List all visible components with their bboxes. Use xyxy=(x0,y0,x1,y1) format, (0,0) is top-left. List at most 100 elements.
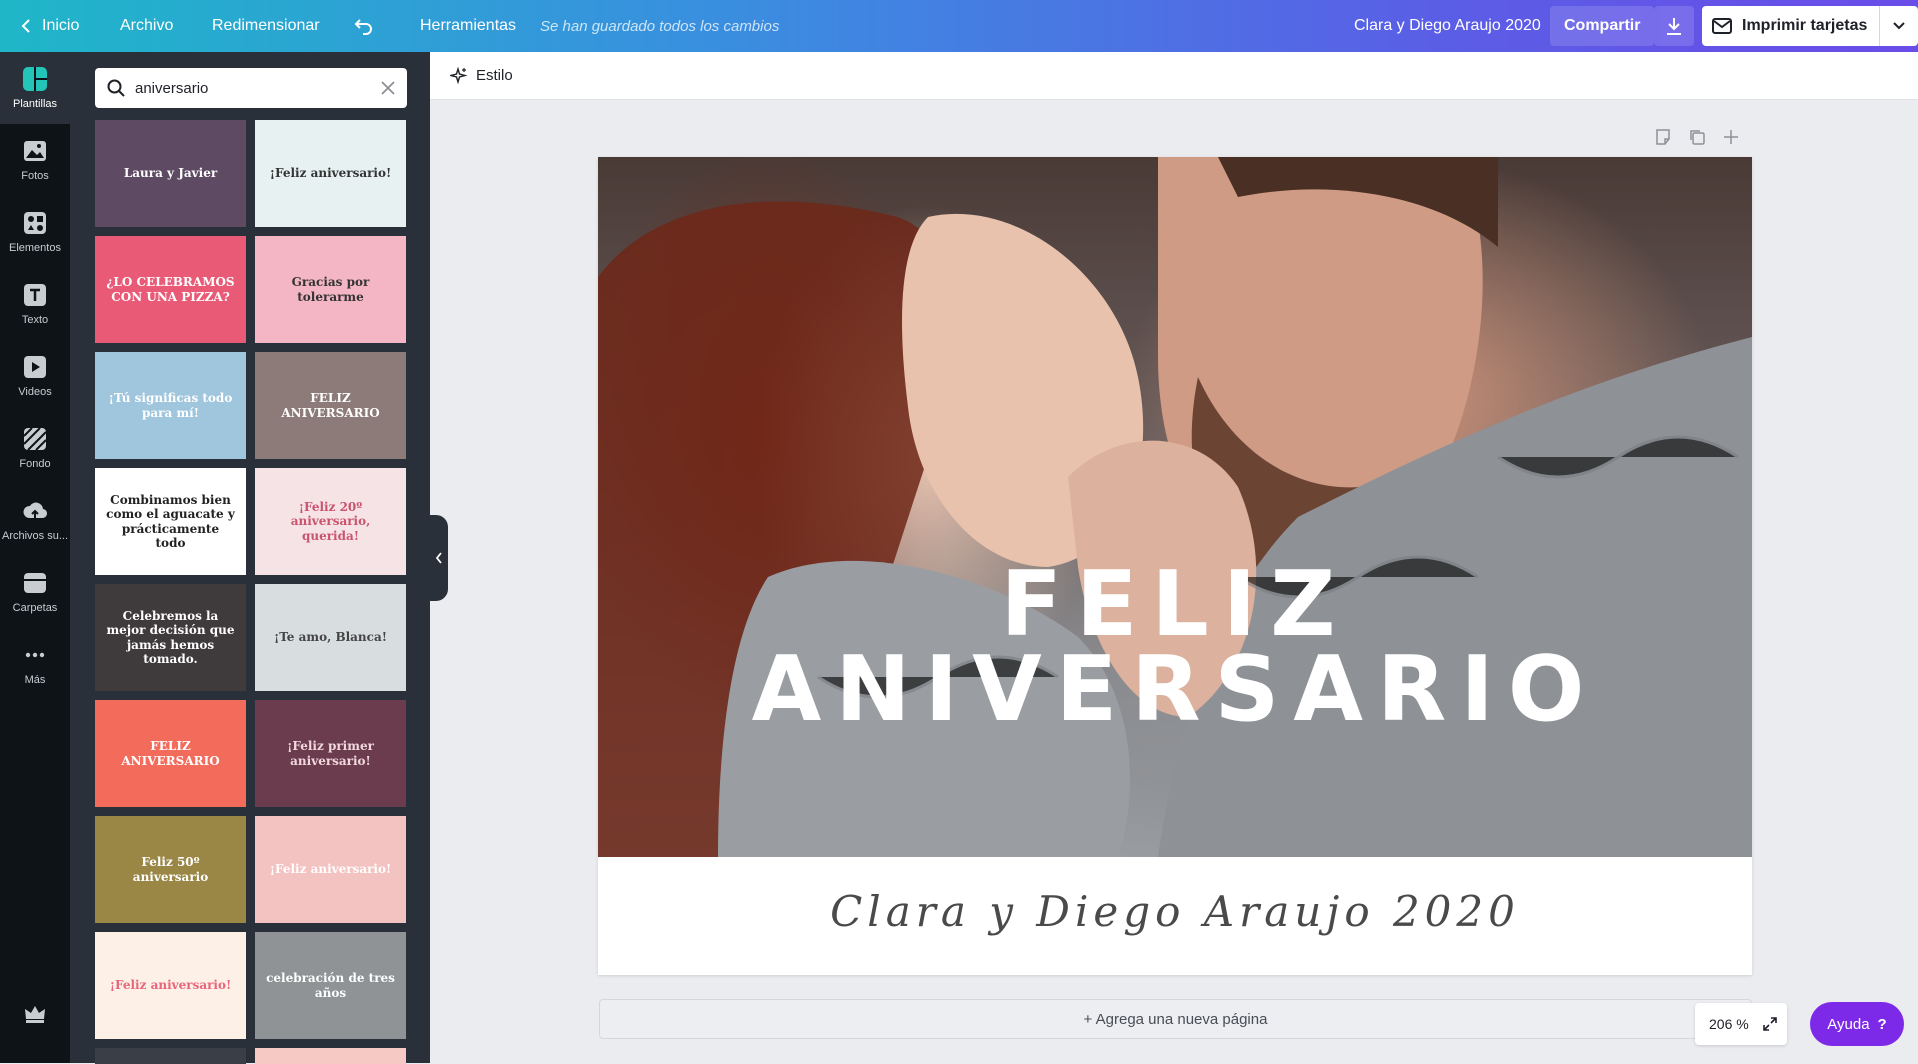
template-thumbnail[interactable]: ¡Feliz 20º aniversario, querida! xyxy=(255,468,406,575)
template-thumbnail[interactable]: ¡Feliz aniversario! xyxy=(95,932,246,1039)
top-bar: Inicio Archivo Redimensionar Herramienta… xyxy=(0,0,1918,52)
rail-label: Carpetas xyxy=(12,602,58,614)
fullscreen-icon[interactable] xyxy=(1763,1017,1777,1031)
sparkle-icon xyxy=(450,66,468,84)
chevron-down-icon xyxy=(1893,22,1906,30)
zoom-control[interactable]: 206 % xyxy=(1695,1003,1787,1045)
rail-label: Videos xyxy=(18,386,52,398)
file-menu[interactable]: Archivo xyxy=(120,0,173,52)
close-icon[interactable] xyxy=(381,81,395,95)
photos-icon xyxy=(24,141,46,161)
note-icon[interactable] xyxy=(1654,128,1672,146)
print-cards-label: Imprimir tarjetas xyxy=(1742,17,1868,34)
add-page-icon[interactable] xyxy=(1722,128,1740,146)
template-thumbnail[interactable]: Feliz 50º aniversario xyxy=(95,816,246,923)
chevron-left-icon xyxy=(435,552,442,564)
template-thumbnail-text: celebración de tres años xyxy=(266,971,395,1000)
design-title[interactable]: Clara y Diego Araujo 2020 xyxy=(1354,0,1541,52)
template-thumbnail[interactable]: ¡Tú significas todo para mí! xyxy=(95,352,246,459)
headline-line-2[interactable]: ANIVERSARIO xyxy=(598,637,1752,742)
template-thumbnail-text: ¡Feliz aniversario! xyxy=(269,862,392,877)
template-thumbnail[interactable]: Laura y Javier xyxy=(95,120,246,227)
template-thumbnail-text: Laura y Javier xyxy=(123,166,218,181)
template-thumbnail-text: ¡Feliz aniversario! xyxy=(109,978,232,993)
print-options-button[interactable] xyxy=(1880,6,1918,46)
template-thumbnail[interactable]: FELIZ ANIVERSARIO xyxy=(95,700,246,807)
zoom-level[interactable]: 206 % xyxy=(1709,1016,1749,1032)
rail-item-background[interactable]: Fondo xyxy=(0,412,70,484)
template-thumbnail[interactable]: ¡Feliz aniversario! xyxy=(255,120,406,227)
share-button[interactable]: Compartir xyxy=(1550,6,1655,46)
elements-icon xyxy=(24,212,46,234)
search-input[interactable]: aniversario xyxy=(135,80,381,97)
design-page[interactable]: FELIZ ANIVERSARIO Clara y Diego Araujo 2… xyxy=(598,157,1752,975)
premium-button[interactable] xyxy=(0,994,70,1034)
save-status: Se han guardado todos los cambios xyxy=(540,17,780,35)
template-thumbnail[interactable]: ¡Feliz aniversario! xyxy=(255,816,406,923)
template-thumbnail-text: ¡Feliz aniversario! xyxy=(269,166,392,181)
collapse-panel-button[interactable] xyxy=(430,515,448,601)
template-thumbnail-text: Combinamos bien como el aguacate y práct… xyxy=(106,492,235,550)
templates-icon xyxy=(23,67,47,91)
rail-label: Fondo xyxy=(19,458,51,470)
rail-label: Más xyxy=(24,674,46,686)
crown-icon xyxy=(25,1006,45,1023)
search-icon xyxy=(107,79,125,97)
template-thumbnail[interactable] xyxy=(95,1048,246,1064)
template-thumbnail[interactable] xyxy=(255,1048,406,1064)
add-new-page-button[interactable]: + Agrega una nueva página xyxy=(599,999,1752,1039)
template-thumbnail-text: Feliz 50º aniversario xyxy=(132,855,209,884)
style-label: Estilo xyxy=(476,67,513,84)
question-icon: ? xyxy=(1877,1015,1887,1033)
tools-menu[interactable]: Herramientas xyxy=(420,0,516,52)
background-icon xyxy=(23,427,47,451)
envelope-icon xyxy=(1712,18,1732,34)
style-button[interactable]: Estilo xyxy=(450,66,513,85)
rail-item-folders[interactable]: Carpetas xyxy=(0,556,70,628)
template-thumbnail[interactable]: Gracias por tolerarme xyxy=(255,236,406,343)
rail-label: Plantillas xyxy=(12,98,58,110)
download-icon xyxy=(1667,18,1681,35)
resize-menu[interactable]: Redimensionar xyxy=(212,0,320,52)
photo-illustration xyxy=(598,157,1752,857)
uploads-icon xyxy=(23,502,48,519)
rail-item-more[interactable]: Más xyxy=(0,628,70,700)
rail-item-videos[interactable]: Videos xyxy=(0,340,70,412)
template-thumbnail-text: ¡Feliz 20º aniversario, querida! xyxy=(290,499,371,543)
template-thumbnail[interactable]: ¡Te amo, Blanca! xyxy=(255,584,406,691)
undo-button[interactable] xyxy=(354,0,374,52)
design-subtitle[interactable]: Clara y Diego Araujo 2020 xyxy=(598,887,1752,936)
rail-item-elements[interactable]: Elementos xyxy=(0,196,70,268)
template-thumbnail[interactable]: Celebremos la mejor decisión que jamás h… xyxy=(95,584,246,691)
templates-panel: aniversario Laura y Javier ¡Feliz anivers… xyxy=(70,52,430,1064)
template-thumbnail-text: ¡Feliz primer aniversario! xyxy=(287,739,374,768)
rail-label: Texto xyxy=(21,314,49,326)
duplicate-page-icon[interactable] xyxy=(1688,128,1706,146)
home-button[interactable]: Inicio xyxy=(20,0,79,52)
more-icon xyxy=(25,652,45,658)
search-box[interactable]: aniversario xyxy=(95,68,407,108)
template-thumbnail[interactable]: ¡Feliz primer aniversario! xyxy=(255,700,406,807)
left-rail: Plantillas Fotos Elementos Texto Videos … xyxy=(0,52,70,1063)
text-icon xyxy=(24,284,46,306)
print-cards-button[interactable]: Imprimir tarjetas xyxy=(1702,6,1918,46)
template-thumbnail-text: ¿LO CELEBRAMOS CON UNA PIZZA? xyxy=(106,275,235,304)
download-button[interactable] xyxy=(1654,6,1694,46)
help-label: Ayuda xyxy=(1827,1015,1870,1033)
rail-label: Archivos su... xyxy=(1,530,69,542)
template-thumbnail[interactable]: Combinamos bien como el aguacate y práct… xyxy=(95,468,246,575)
rail-item-templates[interactable]: Plantillas xyxy=(0,52,70,124)
template-thumbnail[interactable]: FELIZ ANIVERSARIO xyxy=(255,352,406,459)
template-thumbnail[interactable]: celebración de tres años xyxy=(255,932,406,1039)
style-toolbar: Estilo xyxy=(430,52,1918,100)
rail-label: Elementos xyxy=(9,242,61,254)
template-thumbnail-text: FELIZ ANIVERSARIO xyxy=(121,739,220,768)
rail-item-text[interactable]: Texto xyxy=(0,268,70,340)
couple-photo[interactable]: FELIZ ANIVERSARIO xyxy=(598,157,1752,857)
template-thumbnail-text: ¡Tú significas todo para mí! xyxy=(108,391,233,420)
template-thumbnail-text: Gracias por tolerarme xyxy=(291,275,370,304)
rail-item-uploads[interactable]: Archivos su... xyxy=(0,484,70,556)
rail-item-photos[interactable]: Fotos xyxy=(0,124,70,196)
template-thumbnail[interactable]: ¿LO CELEBRAMOS CON UNA PIZZA? xyxy=(95,236,246,343)
help-button[interactable]: Ayuda ? xyxy=(1810,1002,1904,1046)
